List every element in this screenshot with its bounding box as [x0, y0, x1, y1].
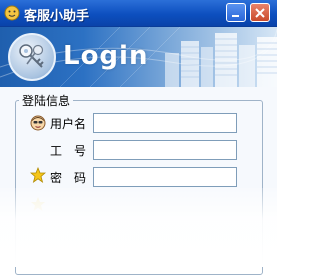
group-title: 登陆信息: [19, 92, 74, 109]
login-window: 客服小助手 Login 登陆信息 用户名 工 号 密 码: [0, 0, 277, 275]
close-button[interactable]: [250, 3, 270, 22]
window-title: 客服小助手: [24, 9, 90, 24]
username-input[interactable]: [93, 113, 237, 133]
keys-icon: [19, 44, 44, 68]
user-face-icon: [30, 115, 46, 131]
username-label: 用户名: [50, 117, 87, 131]
city-skyline-graphic: [165, 33, 277, 87]
employee-id-label: 工 号: [50, 144, 87, 158]
password-label: 密 码: [50, 171, 87, 185]
minimize-icon: [232, 15, 239, 17]
star-icon: [29, 166, 47, 183]
key-badge: [8, 33, 56, 81]
title-bar[interactable]: 客服小助手: [0, 0, 277, 27]
login-banner: Login: [0, 27, 277, 87]
minimize-button[interactable]: [226, 3, 246, 22]
faded-lower-area: [0, 188, 277, 267]
employee-id-input[interactable]: [93, 140, 237, 160]
password-input[interactable]: [93, 167, 237, 187]
close-icon: [255, 8, 265, 18]
app-icon: [4, 5, 20, 21]
login-heading: Login: [63, 41, 149, 71]
